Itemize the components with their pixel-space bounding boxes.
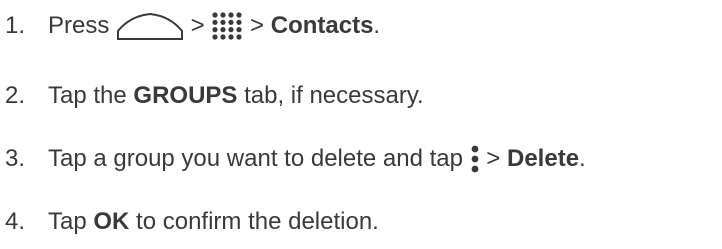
apps-grid-icon [211, 11, 243, 41]
step-text: Tap a group you want to delete and tap [48, 145, 470, 172]
step-number: 3. [5, 145, 26, 172]
contacts-label: Contacts [270, 12, 374, 39]
step-text-end: . [373, 12, 381, 39]
instruction-list: 1. Press > > Contacts . 2. Tap the GROUP… [0, 0, 722, 249]
ok-label: OK [93, 208, 130, 235]
step-text-end: to confirm the deletion. [129, 208, 379, 235]
groups-tab-label: GROUPS [133, 82, 238, 109]
step-text-end: . [579, 145, 586, 172]
home-icon [116, 11, 184, 41]
separator: > [479, 145, 507, 172]
step-2: 2. Tap the GROUPS tab, if necessary. [5, 78, 424, 114]
separator: > [243, 12, 271, 39]
step-text: Tap [48, 208, 94, 235]
step-number: 1. [5, 12, 26, 39]
delete-label: Delete [507, 145, 580, 172]
step-4: 4. Tap OK to confirm the deletion. [5, 204, 379, 240]
step-1: 1. Press > > Contacts . [5, 8, 380, 44]
step-number: 2. [5, 82, 26, 109]
step-text-end: tab, if necessary. [237, 82, 424, 109]
step-number: 4. [5, 208, 26, 235]
step-3: 3. Tap a group you want to delete and ta… [5, 141, 586, 177]
step-text: Tap the [48, 82, 134, 109]
step-text: Press [48, 12, 117, 39]
vertical-menu-icon [470, 144, 480, 174]
separator: > [184, 12, 212, 39]
